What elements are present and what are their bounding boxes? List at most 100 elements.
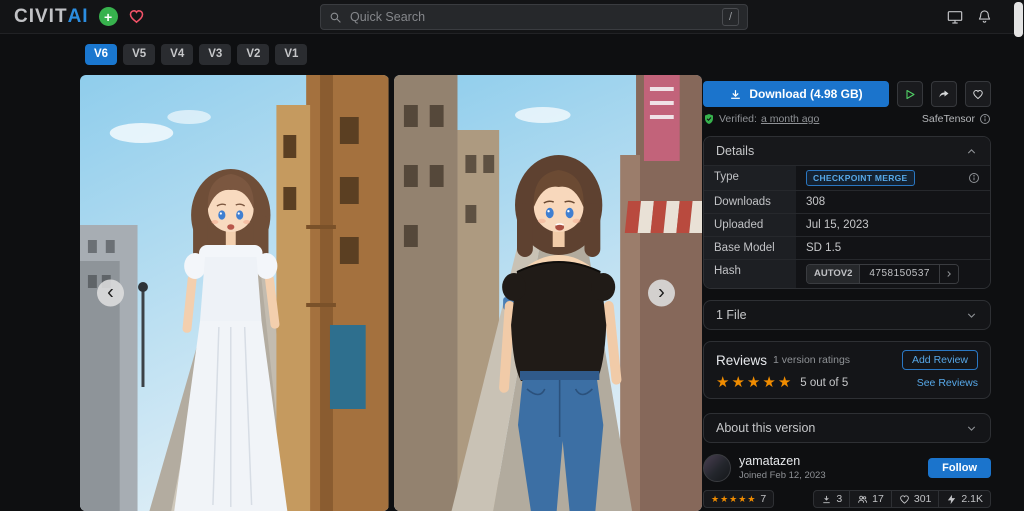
- model-sidebar: Download (4.98 GB): [703, 81, 991, 508]
- star-icon: ★: [716, 374, 731, 391]
- civitai-model-page: CIVIT AI + /: [0, 0, 1024, 511]
- info-icon[interactable]: [979, 113, 991, 125]
- downloads-value: 308: [796, 191, 990, 213]
- version-tab-v4[interactable]: V4: [161, 44, 193, 65]
- download-button[interactable]: Download (4.98 GB): [703, 81, 889, 107]
- verified-shield-icon: [703, 113, 715, 125]
- reviews-subtitle: 1 version ratings: [773, 354, 850, 366]
- details-title: Details: [716, 144, 754, 158]
- type-value-cell: CHECKPOINT MERGE: [796, 166, 990, 190]
- creator-likes-stat[interactable]: 301: [891, 491, 939, 507]
- anime-girl-white-dress-illustration: [80, 75, 389, 511]
- chevron-down-icon: [965, 422, 978, 435]
- logo-text-ai: AI: [68, 6, 89, 28]
- files-panel[interactable]: 1 File: [703, 300, 991, 330]
- creator-stat-group: 3 17 301: [813, 490, 991, 508]
- creator-name[interactable]: yamatazen: [739, 454, 826, 470]
- creator-followers-stat[interactable]: 17: [849, 491, 891, 507]
- creator-info: yamatazen Joined Feb 12, 2023: [739, 454, 826, 482]
- creator-avatar[interactable]: [703, 454, 731, 482]
- civitai-logo[interactable]: CIVIT AI: [14, 6, 89, 28]
- hash-expand-button[interactable]: [940, 265, 958, 283]
- users-icon: [857, 494, 868, 505]
- details-header[interactable]: Details: [704, 137, 990, 165]
- share-button[interactable]: [931, 81, 957, 107]
- logo-text-civit: CIVIT: [14, 6, 68, 28]
- add-review-button[interactable]: Add Review: [902, 350, 978, 370]
- carousel-image-1[interactable]: [80, 75, 389, 511]
- chevron-up-icon: [965, 145, 978, 158]
- creator-joined: Joined Feb 12, 2023: [739, 470, 826, 482]
- hash-type-badge: AUTOV2: [807, 265, 860, 283]
- downloads-label: Downloads: [704, 191, 796, 213]
- plus-icon: +: [104, 10, 112, 24]
- version-tab-v5[interactable]: V5: [123, 44, 155, 65]
- type-info-icon[interactable]: [968, 172, 980, 184]
- play-icon: [904, 88, 916, 101]
- version-tabs: V6 V5 V4 V3 V2 V1: [85, 44, 307, 65]
- creator-rating-badge[interactable]: ★★★★★ 7: [703, 490, 774, 508]
- creator-likes-value: 301: [914, 493, 932, 505]
- see-reviews-link[interactable]: See Reviews: [917, 377, 978, 389]
- creator-followers-value: 17: [872, 493, 884, 505]
- star-icon: ★: [762, 374, 777, 391]
- like-button[interactable]: [965, 81, 991, 107]
- reviews-header: Reviews 1 version ratings Add Review: [716, 350, 978, 370]
- version-tab-v1[interactable]: V1: [275, 44, 307, 65]
- star-icon: ★: [747, 374, 762, 391]
- uploaded-label: Uploaded: [704, 214, 796, 236]
- type-badge[interactable]: CHECKPOINT MERGE: [806, 170, 915, 186]
- creator-energy-value: 2.1K: [961, 493, 983, 505]
- verified-time-link[interactable]: a month ago: [761, 113, 819, 125]
- follow-button[interactable]: Follow: [928, 458, 991, 478]
- download-icon: [729, 88, 742, 101]
- rating-stars[interactable]: ★★★★★: [716, 375, 793, 390]
- version-tab-v6[interactable]: V6: [85, 44, 117, 65]
- version-tab-v3[interactable]: V3: [199, 44, 231, 65]
- reviews-panel: Reviews 1 version ratings Add Review ★★★…: [703, 341, 991, 399]
- chevron-left-icon: ‹: [107, 282, 114, 302]
- creator-uploads-stat[interactable]: 3: [814, 491, 849, 507]
- type-label: Type: [704, 166, 796, 190]
- search-icon: [329, 11, 342, 24]
- star-icon: ★: [747, 494, 756, 504]
- search-shortcut-hint: /: [722, 8, 739, 26]
- hash-value[interactable]: 4758150537: [860, 265, 940, 283]
- details-card: Details Type CHECKPOINT MERGE Downlo: [703, 136, 991, 289]
- supporter-heart-icon[interactable]: [128, 8, 145, 25]
- creator-uploads-value: 3: [836, 493, 842, 505]
- run-model-button[interactable]: [897, 81, 923, 107]
- hash-label: Hash: [704, 260, 796, 288]
- screen-share-icon[interactable]: [947, 9, 963, 25]
- rating-text: 5 out of 5: [800, 377, 848, 389]
- star-icon: ★: [778, 374, 793, 391]
- creator-stats-row: ★★★★★ 7 3 17: [703, 490, 991, 508]
- about-version-panel[interactable]: About this version: [703, 413, 991, 443]
- create-button[interactable]: +: [99, 7, 118, 26]
- download-count-icon: [821, 494, 832, 505]
- bell-icon[interactable]: [977, 9, 992, 24]
- carousel-prev-button[interactable]: ‹: [97, 280, 124, 307]
- star-icon: ★: [738, 494, 747, 504]
- star-icon: ★: [711, 494, 720, 504]
- creator-rating-count: 7: [760, 493, 766, 505]
- hash-group: AUTOV2 4758150537: [806, 264, 959, 284]
- carousel-next-button[interactable]: ›: [648, 280, 675, 307]
- detail-row-type: Type CHECKPOINT MERGE: [704, 165, 990, 190]
- action-buttons-row: Download (4.98 GB): [703, 81, 991, 107]
- top-navbar: CIVIT AI + /: [0, 0, 1024, 34]
- search-bar[interactable]: /: [320, 4, 748, 30]
- scrollbar[interactable]: [1014, 2, 1023, 37]
- image-carousel: ‹ ›: [80, 75, 702, 511]
- search-input[interactable]: [348, 9, 716, 25]
- download-button-label: Download (4.98 GB): [749, 87, 862, 101]
- heart-icon: [972, 88, 984, 101]
- base-model-label: Base Model: [704, 237, 796, 259]
- uploaded-value: Jul 15, 2023: [796, 214, 990, 236]
- creator-energy-stat[interactable]: 2.1K: [938, 491, 990, 507]
- verified-row: Verified: a month ago SafeTensor: [703, 113, 991, 125]
- star-icon: ★: [729, 494, 738, 504]
- star-icon: ★: [731, 374, 746, 391]
- version-tab-v2[interactable]: V2: [237, 44, 269, 65]
- hash-value-cell: AUTOV2 4758150537: [796, 260, 990, 288]
